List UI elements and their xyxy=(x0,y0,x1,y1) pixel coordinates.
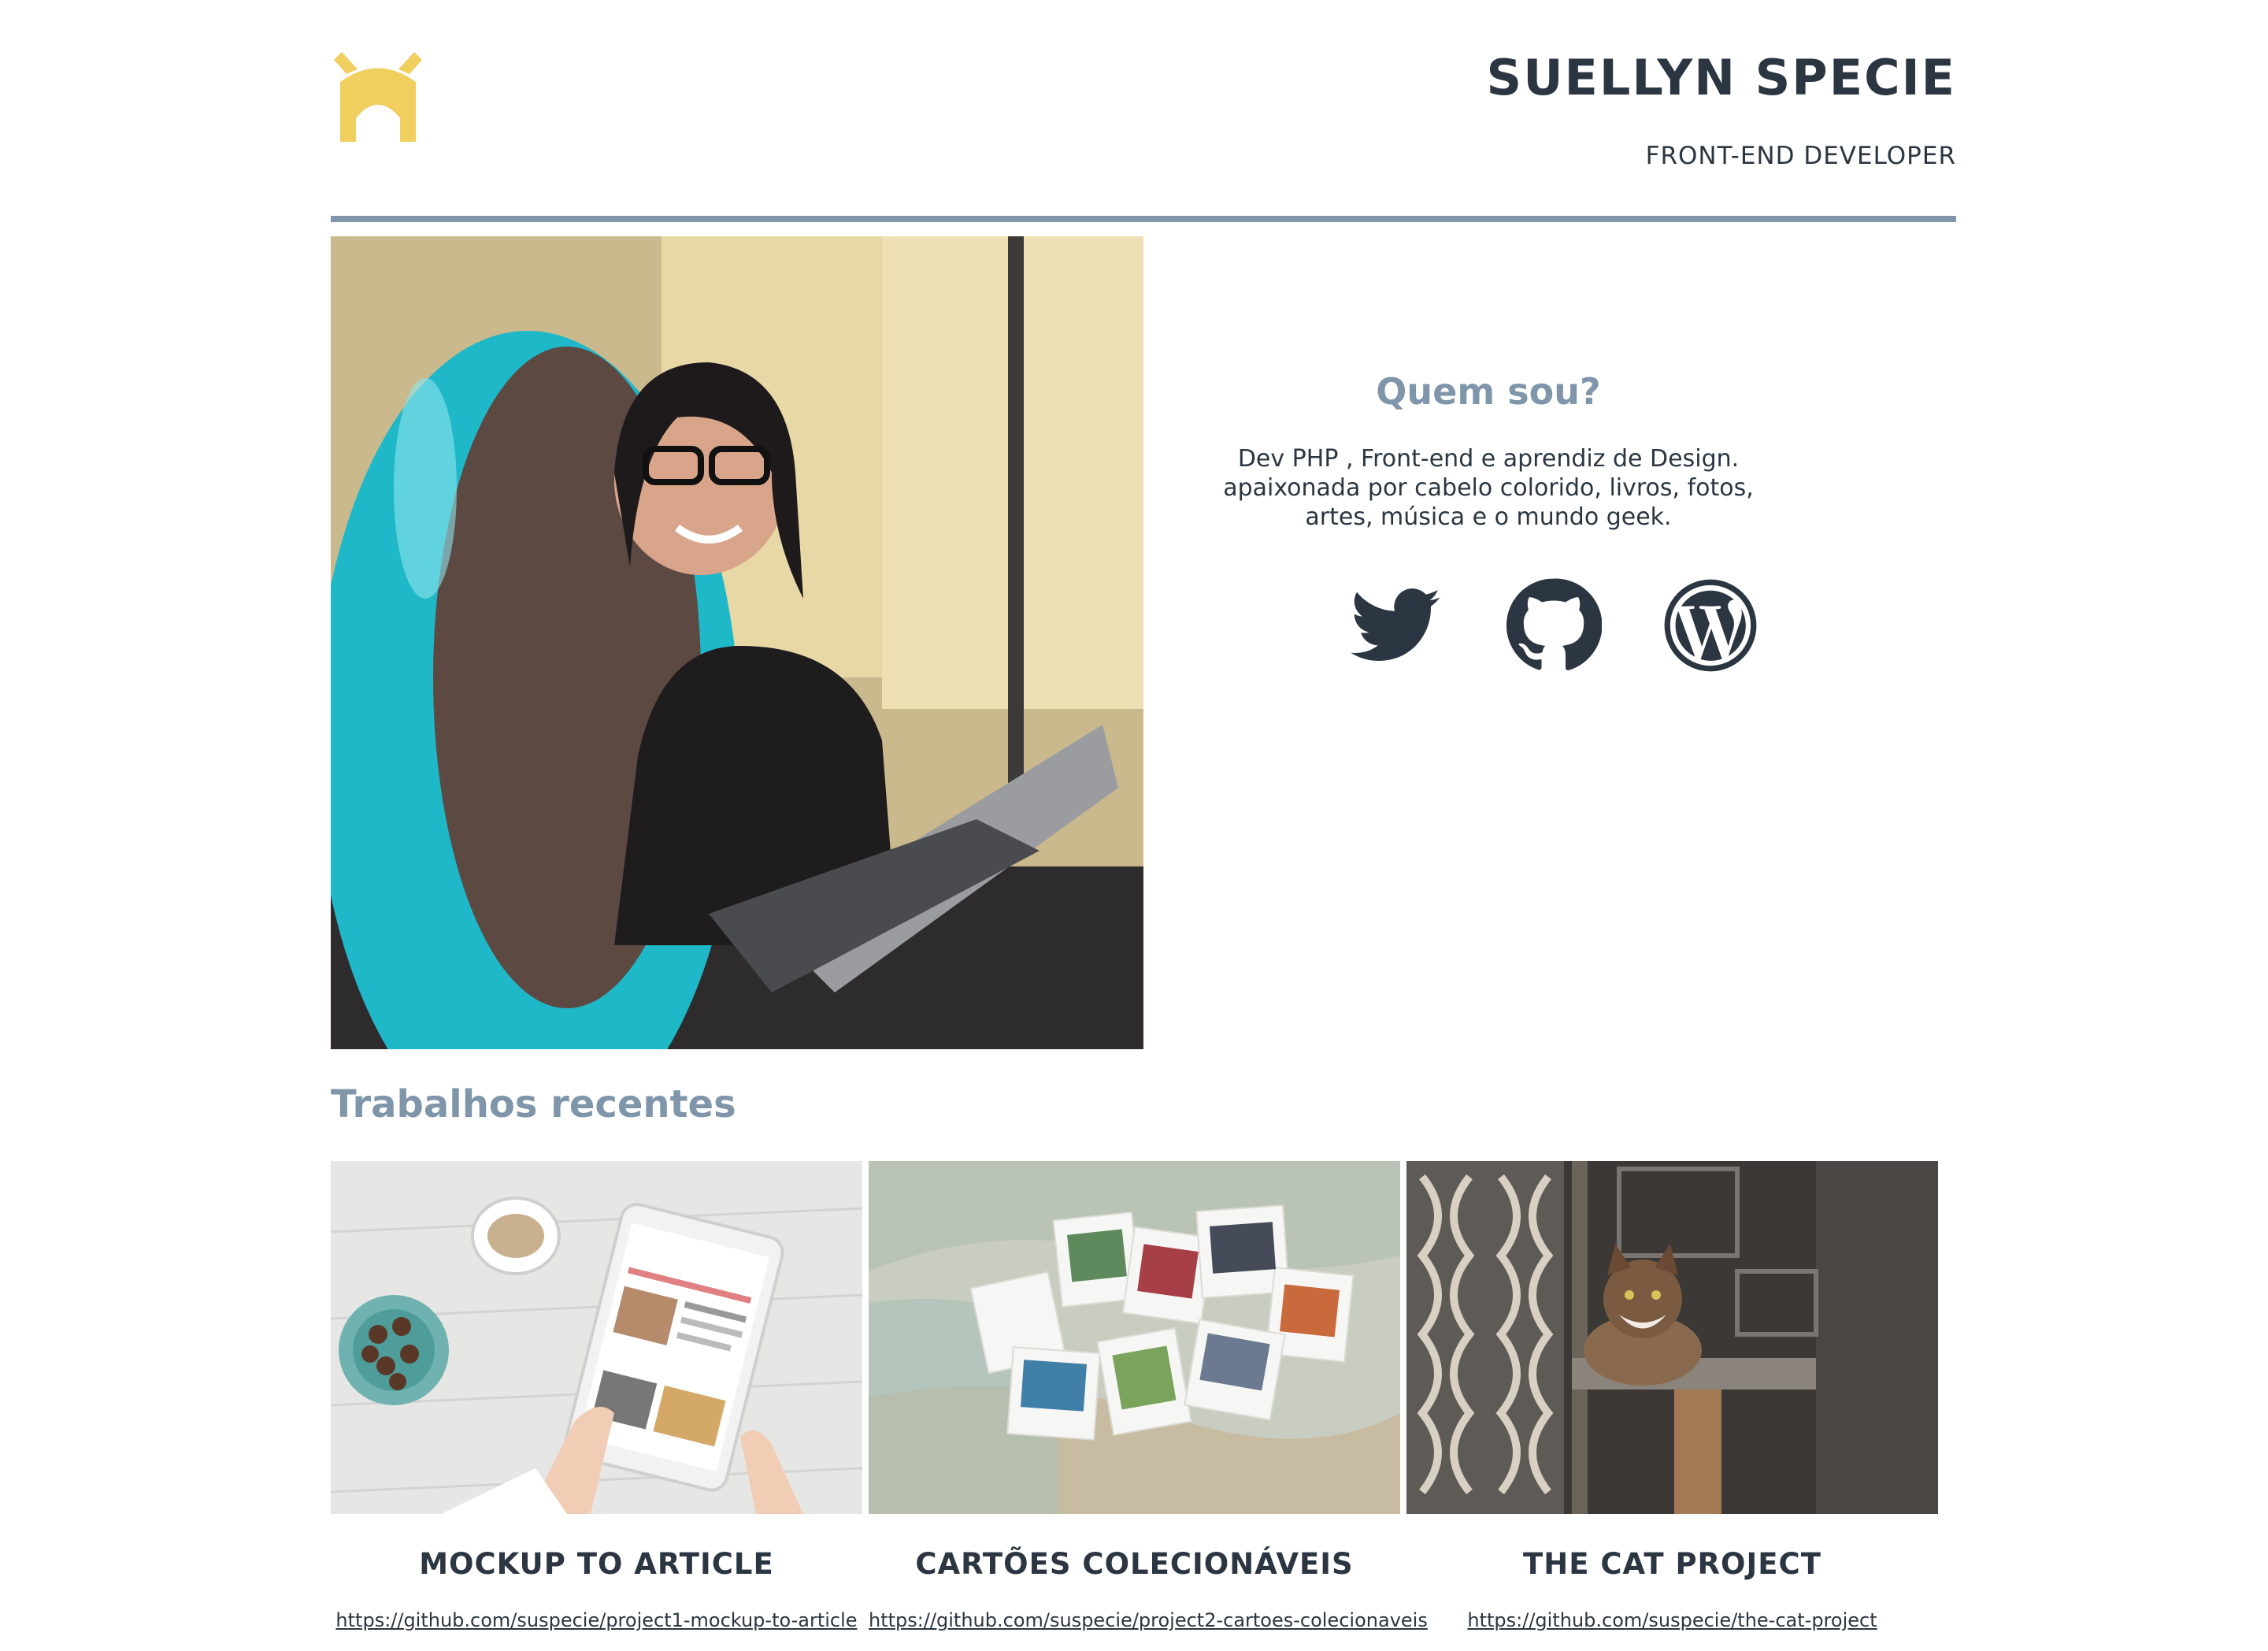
work-title: MOCKUP TO ARTICLE xyxy=(419,1547,774,1581)
wordpress-icon[interactable] xyxy=(1662,577,1759,674)
work-thumbnail-mockup[interactable] xyxy=(331,1161,862,1514)
work-card: CARTÕES COLECIONÁVEIS https://github.com… xyxy=(869,1161,1428,1631)
twitter-icon[interactable] xyxy=(1347,577,1444,674)
logo-icon[interactable] xyxy=(331,50,425,145)
site-role: FRONT-END DEVELOPER xyxy=(1645,142,1956,170)
social-links xyxy=(1347,577,1772,674)
header-divider xyxy=(331,216,1956,222)
about-section: Quem sou? Dev PHP , Front-end e aprendiz… xyxy=(1205,370,1772,532)
about-title: Quem sou? xyxy=(1376,370,1601,413)
work-link[interactable]: https://github.com/suspecie/project2-car… xyxy=(869,1609,1428,1631)
github-icon[interactable] xyxy=(1504,577,1603,674)
about-text: Dev PHP , Front-end e aprendiz de Design… xyxy=(1205,444,1772,532)
work-thumbnail-cartoes[interactable] xyxy=(869,1161,1400,1514)
about-line: artes, música e o mundo geek. xyxy=(1305,503,1672,531)
work-title: CARTÕES COLECIONÁVEIS xyxy=(915,1547,1354,1581)
work-thumbnail-cat[interactable] xyxy=(1406,1161,1938,1514)
site-name: SUELLYN SPECIE xyxy=(1486,49,1956,106)
work-link[interactable]: https://github.com/suspecie/the-cat-proj… xyxy=(1406,1609,1938,1631)
works-title: Trabalhos recentes xyxy=(331,1082,736,1126)
work-link[interactable]: https://github.com/suspecie/project1-moc… xyxy=(331,1609,862,1631)
site-header: SUELLYN SPECIE FRONT-END DEVELOPER xyxy=(331,0,1956,224)
profile-photo xyxy=(331,236,1143,1049)
work-card: MOCKUP TO ARTICLE https://github.com/sus… xyxy=(331,1161,862,1631)
about-line: apaixonada por cabelo colorido, livros, … xyxy=(1223,474,1754,502)
page: SUELLYN SPECIE FRONT-END DEVELOPER Quem … xyxy=(331,0,1956,1651)
work-card: THE CAT PROJECT https://github.com/suspe… xyxy=(1406,1161,1938,1631)
about-line: Dev PHP , Front-end e aprendiz de Design… xyxy=(1237,445,1740,473)
work-title: THE CAT PROJECT xyxy=(1523,1547,1821,1581)
